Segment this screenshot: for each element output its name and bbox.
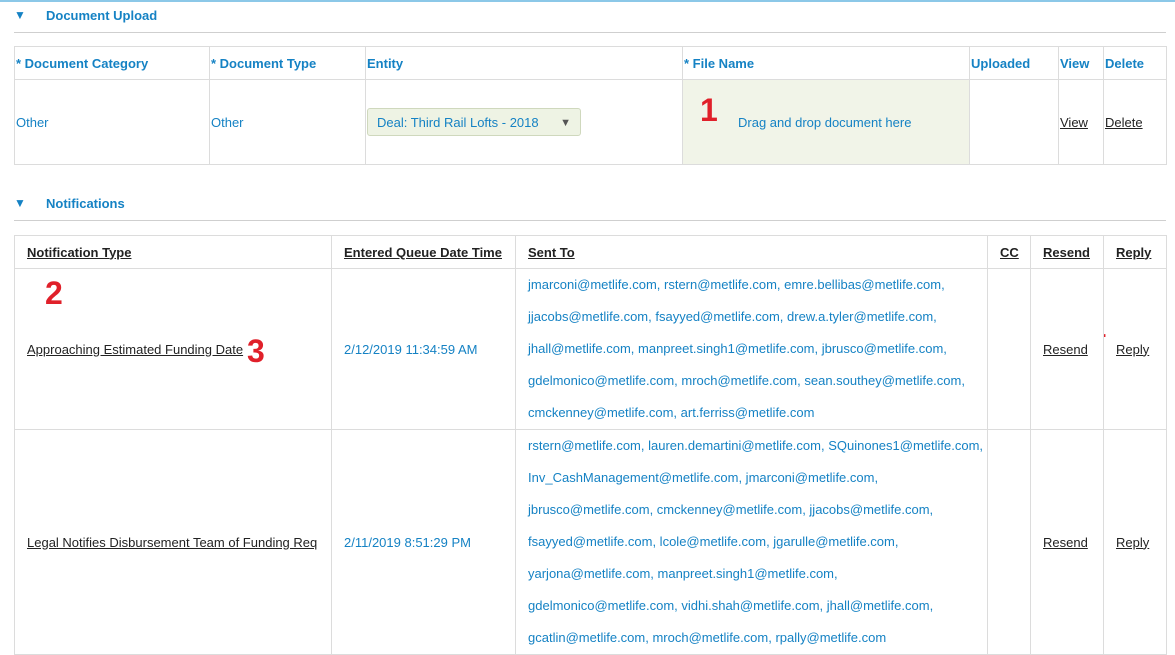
marker-2: 2 xyxy=(45,275,63,311)
notification-type-link[interactable]: Legal Notifies Disbursement Team of Fund… xyxy=(27,535,317,550)
notifications-header[interactable]: ▼ Notifications xyxy=(14,190,1166,221)
sent-to-line: yarjona@metlife.com, manpreet.singh1@met… xyxy=(528,566,838,581)
sent-to-cell: rstern@metlife.com, lauren.demartini@met… xyxy=(515,429,988,655)
upload-row: Other Other Deal: Third Rail Lofts - 201… xyxy=(14,79,1167,165)
sent-to-line: fsayyed@metlife.com, lcole@metlife.com, … xyxy=(528,534,899,549)
sent-to-line: gdelmonico@metlife.com, vidhi.shah@metli… xyxy=(528,598,934,613)
table-row: 2 Approaching Estimated Funding Date 3 2… xyxy=(14,268,1167,430)
marker-1: 1 xyxy=(700,92,718,128)
col-sent-to[interactable]: Sent To xyxy=(515,235,988,269)
sent-to-line: gdelmonico@metlife.com, mroch@metlife.co… xyxy=(528,373,965,388)
section-title: Notifications xyxy=(46,196,125,211)
file-dropzone[interactable]: 1 Drag and drop document here xyxy=(682,79,970,165)
resend-link[interactable]: Resend xyxy=(1043,342,1088,357)
sent-to-line: jhall@metlife.com, manpreet.singh1@metli… xyxy=(528,341,947,356)
upload-header-row: * Document Category * Document Type Enti… xyxy=(14,46,1167,80)
sent-to-cell: jmarconi@metlife.com, rstern@metlife.com… xyxy=(515,268,988,430)
col-reply[interactable]: Reply xyxy=(1103,235,1167,269)
document-type-value: Other xyxy=(209,79,366,165)
queue-date-value: 2/11/2019 8:51:29 PM xyxy=(331,429,516,655)
col-cc[interactable]: CC xyxy=(987,235,1031,269)
sent-to-line: jmarconi@metlife.com, rstern@metlife.com… xyxy=(528,277,945,292)
sent-to-line: gcatlin@metlife.com, mroch@metlife.com, … xyxy=(528,630,887,645)
reply-cell: Reply xyxy=(1103,429,1167,655)
document-upload-header[interactable]: ▼ Document Upload xyxy=(14,2,1166,33)
delete-cell: Delete xyxy=(1103,79,1167,165)
reply-link[interactable]: Reply xyxy=(1116,535,1149,550)
sent-to-line: jbrusco@metlife.com, cmckenney@metlife.c… xyxy=(528,502,934,517)
table-row: Legal Notifies Disbursement Team of Fund… xyxy=(14,429,1167,655)
notification-type-cell: 2 Approaching Estimated Funding Date 3 xyxy=(14,268,332,430)
view-cell: View xyxy=(1058,79,1104,165)
resend-cell: Resend xyxy=(1030,268,1104,430)
cc-value xyxy=(987,429,1031,655)
section-title: Document Upload xyxy=(46,8,158,23)
sent-to-line: jjacobs@metlife.com, fsayyed@metlife.com… xyxy=(528,309,937,324)
col-entity: Entity xyxy=(365,46,683,80)
reply-cell: 4 Reply xyxy=(1103,268,1167,430)
marker-3: 3 xyxy=(247,333,265,369)
notification-type-link[interactable]: Approaching Estimated Funding Date xyxy=(27,342,243,357)
sent-to-line: Inv_CashManagement@metlife.com, jmarconi… xyxy=(528,470,879,485)
notification-type-cell: Legal Notifies Disbursement Team of Fund… xyxy=(14,429,332,655)
collapse-triangle-icon[interactable]: ▼ xyxy=(14,196,26,210)
marker-4: 4 xyxy=(1105,316,1106,348)
entity-select[interactable]: Deal: Third Rail Lofts - 2018 ▼ xyxy=(367,108,581,136)
delete-link[interactable]: Delete xyxy=(1105,115,1143,130)
notifications-table: Notification Type Entered Queue Date Tim… xyxy=(14,235,1167,655)
document-upload-table: * Document Category * Document Type Enti… xyxy=(14,46,1167,165)
sent-to-line: rstern@metlife.com, lauren.demartini@met… xyxy=(528,438,984,453)
collapse-triangle-icon[interactable]: ▼ xyxy=(14,8,26,22)
col-entered-queue-date[interactable]: Entered Queue Date Time xyxy=(331,235,516,269)
cc-value xyxy=(987,268,1031,430)
resend-link[interactable]: Resend xyxy=(1043,535,1088,550)
col-delete: Delete xyxy=(1103,46,1167,80)
entity-cell: Deal: Third Rail Lofts - 2018 ▼ xyxy=(365,79,683,165)
resend-cell: Resend xyxy=(1030,429,1104,655)
entity-selected-value: Deal: Third Rail Lofts - 2018 xyxy=(377,115,539,130)
col-notification-type[interactable]: Notification Type xyxy=(14,235,332,269)
dropdown-caret-icon: ▼ xyxy=(560,117,571,129)
sent-to-line: cmckenney@metlife.com, art.ferriss@metli… xyxy=(528,405,815,420)
col-resend[interactable]: Resend xyxy=(1030,235,1104,269)
col-view: View xyxy=(1058,46,1104,80)
reply-link[interactable]: Reply xyxy=(1116,342,1149,357)
queue-date-value: 2/12/2019 11:34:59 AM xyxy=(331,268,516,430)
col-uploaded: Uploaded xyxy=(969,46,1059,80)
document-category-value: Other xyxy=(14,79,210,165)
uploaded-value xyxy=(969,79,1059,165)
view-link[interactable]: View xyxy=(1060,115,1088,130)
col-document-category: * Document Category xyxy=(14,46,210,80)
col-file-name: * File Name xyxy=(682,46,970,80)
col-document-type: * Document Type xyxy=(209,46,366,80)
notifications-header-row: Notification Type Entered Queue Date Tim… xyxy=(14,235,1167,269)
dropzone-text: Drag and drop document here xyxy=(738,115,912,130)
